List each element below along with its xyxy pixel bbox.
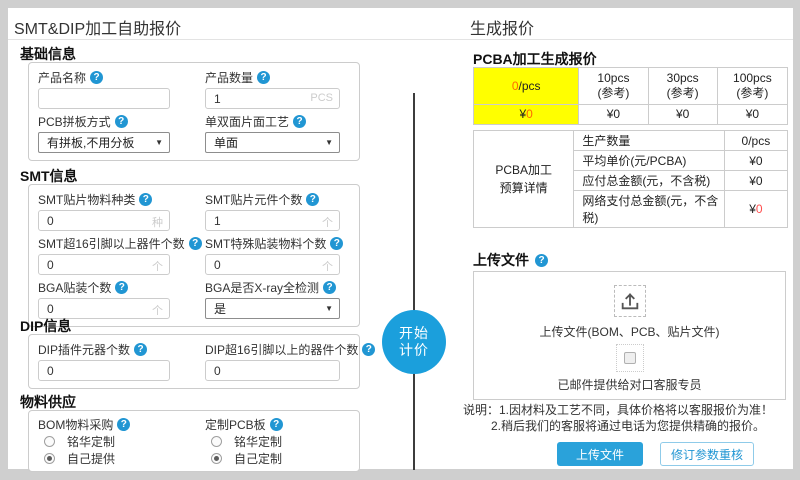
help-icon[interactable] <box>323 281 336 294</box>
help-icon[interactable] <box>535 254 548 267</box>
bga-count-label: BGA贴装个数 <box>38 279 205 295</box>
bom-option-minghua[interactable]: 铭华定制 <box>38 434 205 449</box>
row-label: 生产数量 <box>574 131 724 151</box>
budget-side-label: PCBA加工 预算详情 <box>474 131 574 228</box>
bga-xray-select[interactable]: 是 <box>205 298 340 319</box>
price-30pcs: ¥0 <box>648 105 717 125</box>
row-label: 应付总金额(元，不含税) <box>574 171 724 191</box>
screen: SMT&DIP加工自助报价 生成报价 基础信息 产品名称 产品数量 <box>0 0 800 480</box>
product-qty-input[interactable] <box>205 88 340 109</box>
bga-xray-label: BGA是否X-ray全检测 <box>205 279 350 295</box>
smt-material-types-label: SMT贴片物料种类 <box>38 191 205 207</box>
dip-count-label: DIP插件元器个数 <box>38 341 205 357</box>
pcb-panel-label: PCB拼板方式 <box>38 113 205 129</box>
custom-pcb-label: 定制PCB板 <box>205 416 350 432</box>
price-10pcs: ¥0 <box>579 105 648 125</box>
help-icon[interactable] <box>362 343 375 356</box>
col-100pcs-header: 100pcs (参考) <box>717 68 787 105</box>
chevron-down-icon <box>325 138 333 147</box>
product-name-label: 产品名称 <box>38 69 205 85</box>
process-label: 单双面片面工艺 <box>205 113 350 129</box>
bom-purchase-label: BOM物料采购 <box>38 416 205 432</box>
product-qty-label: 产品数量 <box>205 69 350 85</box>
dip-count-input[interactable] <box>38 360 170 381</box>
process-select[interactable]: 单面 <box>205 132 340 153</box>
price-summary-table: 0/pcs 10pcs (参考) 30pcs (参考) 100pcs (参考) … <box>473 67 788 125</box>
row-label: 网络支付总金额(元，不含税) <box>574 191 724 228</box>
basic-info-box: 产品名称 产品数量 PCS <box>28 62 360 161</box>
budget-detail-table: PCBA加工 预算详情 生产数量 0/pcs 平均单价(元/PCBA) ¥0 应… <box>473 130 788 228</box>
col-10pcs-header: 10pcs (参考) <box>579 68 648 105</box>
email-checkbox-zone <box>616 344 644 372</box>
smt-component-count-label: SMT贴片元件个数 <box>205 191 350 207</box>
pcb-panel-select[interactable]: 有拼板,不用分板 <box>38 132 170 153</box>
help-icon[interactable] <box>117 418 130 431</box>
radio-icon[interactable] <box>44 436 55 447</box>
section-smt-info: SMT信息 <box>20 166 78 186</box>
help-icon[interactable] <box>189 237 202 250</box>
dip-over16-input[interactable] <box>205 360 340 381</box>
radio-selected-icon[interactable] <box>211 453 222 464</box>
row-value: ¥0 <box>724 191 787 228</box>
smt-info-box: SMT贴片物料种类 种 SMT贴片元件个数 个 <box>28 184 360 327</box>
help-icon[interactable] <box>115 115 128 128</box>
product-name-input[interactable] <box>38 88 170 109</box>
upload-files-box: 上传文件(BOM、PCB、贴片文件) 已邮件提供给对口客服专员 <box>473 271 786 400</box>
section-upload-files: 上传文件 <box>473 250 548 270</box>
smt-over16pin-input[interactable] <box>38 254 170 275</box>
upload-icon <box>619 290 641 312</box>
help-icon[interactable] <box>90 71 103 84</box>
pcb-option-self[interactable]: 自己定制 <box>205 451 350 466</box>
page-title: SMT&DIP加工自助报价 <box>14 15 181 39</box>
row-value: ¥0 <box>724 151 787 171</box>
quote-page: SMT&DIP加工自助报价 生成报价 基础信息 产品名称 产品数量 <box>8 8 793 469</box>
help-icon[interactable] <box>270 418 283 431</box>
highlight-qty-cell: 0/pcs <box>474 68 579 105</box>
email-provided-label: 已邮件提供给对口客服专员 <box>474 376 785 393</box>
generate-quote-title: 生成报价 <box>470 15 534 39</box>
row-label: 平均单价(元/PCBA) <box>574 151 724 171</box>
upload-files-label: 上传文件(BOM、PCB、贴片文件) <box>474 323 785 340</box>
row-value: ¥0 <box>724 171 787 191</box>
email-provided-checkbox[interactable] <box>624 352 636 364</box>
help-icon[interactable] <box>306 193 319 206</box>
section-material-supply: 物料供应 <box>20 392 76 412</box>
smt-over16pin-label: SMT超16引脚以上器件个数 <box>38 235 205 251</box>
upload-files-button[interactable]: 上传文件 <box>557 442 643 466</box>
section-dip-info: DIP信息 <box>20 316 71 336</box>
smt-component-count-input[interactable] <box>205 210 340 231</box>
dip-info-box: DIP插件元器个数 DIP超16引脚以上的器件个数 <box>28 334 360 389</box>
smt-special-mount-input[interactable] <box>205 254 340 275</box>
chevron-down-icon <box>155 138 163 147</box>
bom-option-self[interactable]: 自己提供 <box>38 451 205 466</box>
help-icon[interactable] <box>257 71 270 84</box>
section-basic-info: 基础信息 <box>20 44 76 64</box>
help-icon[interactable] <box>115 281 128 294</box>
dip-over16-label: DIP超16引脚以上的器件个数 <box>205 341 375 357</box>
radio-icon[interactable] <box>211 436 222 447</box>
chevron-down-icon <box>325 304 333 313</box>
row-value: 0/pcs <box>724 131 787 151</box>
highlight-price-cell: ¥0 <box>474 105 579 125</box>
quote-notes: 说明：1.因材料及工艺不同，具体价格将以客服报价为准！ 2.稍后我们的客服将通过… <box>463 402 773 434</box>
col-30pcs-header: 30pcs (参考) <box>648 68 717 105</box>
start-pricing-button[interactable]: 开始 计价 <box>382 310 446 374</box>
section-pcba-quote: PCBA加工生成报价 <box>473 49 597 69</box>
header-divider <box>8 39 793 40</box>
material-supply-box: BOM物料采购 铭华定制 自己提供 定制PCB板 <box>28 410 360 472</box>
smt-material-types-input[interactable] <box>38 210 170 231</box>
radio-selected-icon[interactable] <box>44 453 55 464</box>
pcb-option-minghua[interactable]: 铭华定制 <box>205 434 350 449</box>
upload-dropzone[interactable] <box>614 285 646 317</box>
revise-params-button[interactable]: 修订参数重核 <box>660 442 754 466</box>
help-icon[interactable] <box>330 237 343 250</box>
help-icon[interactable] <box>134 343 147 356</box>
price-100pcs: ¥0 <box>717 105 787 125</box>
help-icon[interactable] <box>293 115 306 128</box>
help-icon[interactable] <box>139 193 152 206</box>
smt-special-mount-label: SMT特殊贴装物料个数 <box>205 235 350 251</box>
vertical-divider <box>413 93 415 470</box>
